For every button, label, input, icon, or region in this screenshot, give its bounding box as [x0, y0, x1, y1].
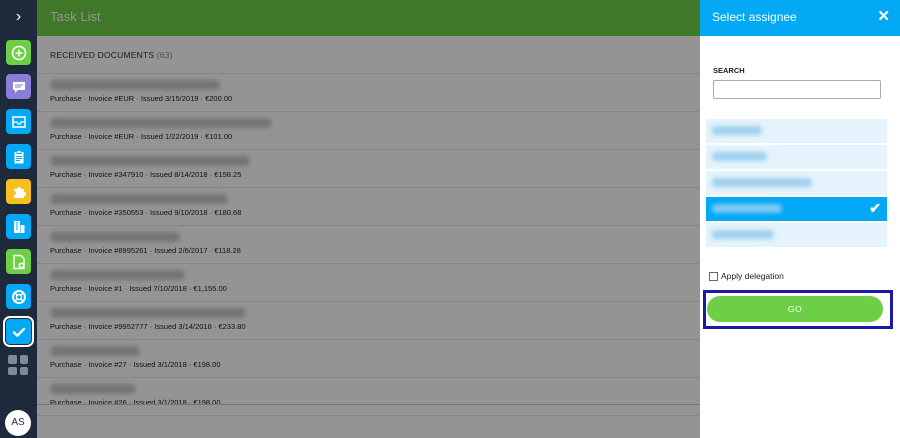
plus-circle-icon: [11, 45, 26, 60]
search-input[interactable]: [713, 80, 881, 99]
redacted-assignee-name: [712, 230, 774, 239]
apply-delegation-label: Apply delegation: [721, 271, 784, 281]
assignee-item[interactable]: [706, 223, 887, 247]
search-label: SEARCH: [713, 66, 745, 75]
clipboard-icon: [14, 149, 23, 163]
app-building-button[interactable]: [6, 214, 31, 239]
apps-grid-icon[interactable]: [8, 355, 28, 375]
app-new-button[interactable]: [6, 40, 31, 65]
checkmark-icon: [12, 327, 25, 337]
expand-rail-button[interactable]: ›: [0, 0, 37, 34]
panel-title: Select assignee: [712, 10, 797, 24]
redacted-assignee-name: [712, 204, 782, 213]
select-assignee-panel: Select assignee ✕ SEARCH ✔ Apply delegat…: [700, 0, 900, 438]
close-icon[interactable]: ✕: [877, 0, 890, 34]
redacted-assignee-name: [712, 152, 767, 161]
inbox-icon: [11, 115, 26, 128]
assignee-item[interactable]: ✔: [706, 197, 887, 221]
puzzle-icon: [13, 186, 26, 198]
modal-overlay[interactable]: [37, 0, 700, 438]
assignee-item[interactable]: [706, 145, 887, 169]
check-icon: ✔: [869, 200, 881, 216]
app-clipboard-button[interactable]: [6, 144, 31, 169]
chevron-right-icon: ›: [15, 8, 22, 25]
app-inbox-button[interactable]: [6, 109, 31, 134]
app-tasks-button[interactable]: [3, 316, 34, 347]
assignee-item[interactable]: [706, 171, 887, 195]
checkbox-icon[interactable]: [709, 271, 718, 281]
building-icon: [13, 220, 24, 233]
go-button[interactable]: GO: [707, 296, 883, 322]
app-puzzle-button[interactable]: [6, 179, 31, 204]
redacted-assignee-name: [712, 126, 762, 135]
app-document-add-button[interactable]: [6, 249, 31, 274]
app-support-button[interactable]: [6, 284, 31, 309]
assignee-item[interactable]: [706, 119, 887, 143]
lifebuoy-icon: [11, 289, 26, 304]
app-rail: › AS: [0, 0, 37, 438]
app-chat-button[interactable]: [6, 74, 31, 99]
panel-header: Select assignee ✕: [700, 0, 900, 36]
apply-delegation-checkbox[interactable]: Apply delegation: [709, 271, 784, 281]
redacted-assignee-name: [712, 178, 812, 187]
avatar[interactable]: AS: [5, 410, 31, 436]
document-add-icon: [12, 254, 25, 269]
assignee-list: ✔: [706, 119, 887, 249]
chat-icon: [12, 81, 25, 93]
